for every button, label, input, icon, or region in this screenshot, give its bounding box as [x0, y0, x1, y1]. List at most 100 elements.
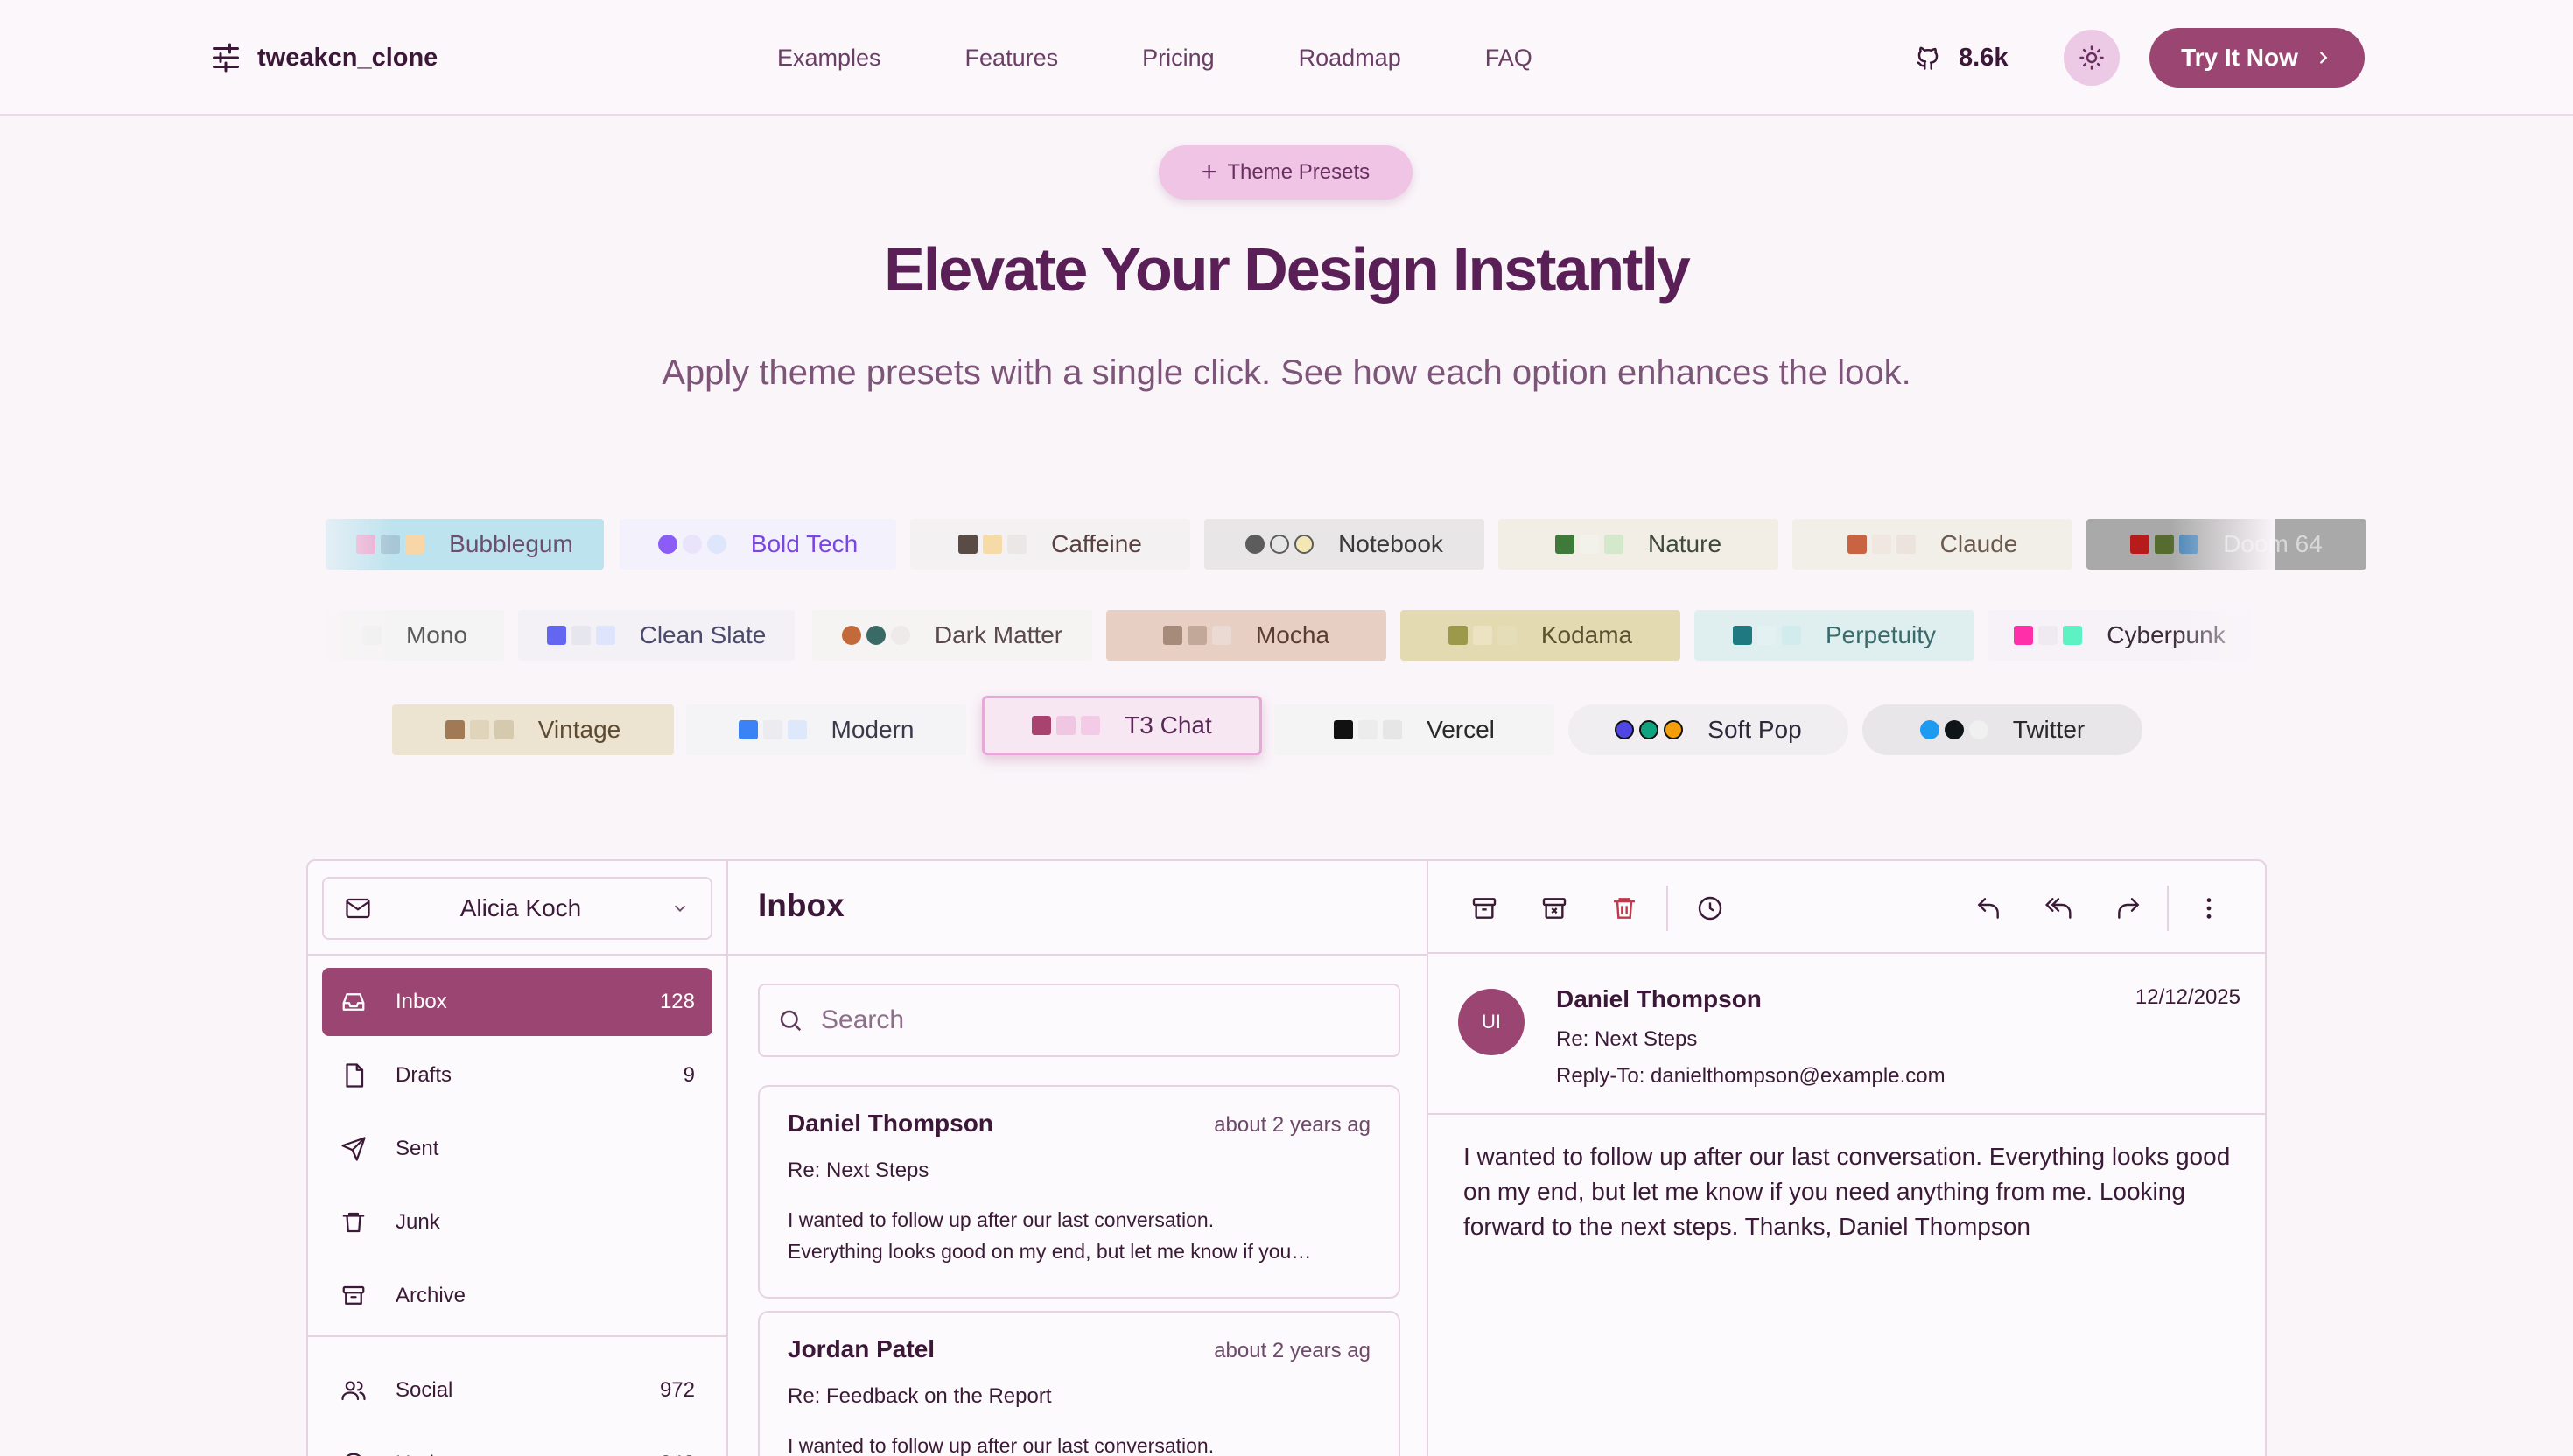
detail-subject: Re: Next Steps	[1556, 1027, 1698, 1051]
swatch	[2179, 535, 2199, 554]
swatch	[1615, 720, 1635, 739]
nav-faq[interactable]: FAQ	[1485, 45, 1532, 72]
theme-presets-pill[interactable]: + Theme Presets	[1159, 145, 1413, 200]
delete-button[interactable]	[1607, 891, 1642, 926]
theme-chip-vintage[interactable]: Vintage	[392, 704, 674, 755]
try-it-now-button[interactable]: Try It Now	[2149, 28, 2365, 88]
theme-chip-nature[interactable]: Nature	[1498, 519, 1778, 570]
theme-chip-caffeine[interactable]: Caffeine	[910, 519, 1190, 570]
nav-pricing[interactable]: Pricing	[1142, 45, 1215, 72]
nav-examples[interactable]: Examples	[777, 45, 881, 72]
theme-chip-clean-slate[interactable]: Clean Slate	[518, 610, 795, 661]
github-stars[interactable]: 8.6k	[1915, 38, 2008, 77]
list-item[interactable]: Jordan Patel about 2 years ag Re: Feedba…	[758, 1311, 1400, 1456]
theme-chip-claude[interactable]: Claude	[1792, 519, 2072, 570]
theme-chip-modern[interactable]: Modern	[686, 704, 966, 755]
hero-subtitle: Apply theme presets with a single click.…	[662, 354, 1911, 392]
clock-icon	[1698, 896, 1722, 920]
swatch	[1554, 535, 1574, 554]
archive-button[interactable]	[1467, 891, 1502, 926]
theme-chip-bubblegum[interactable]: Bubblegum	[326, 519, 604, 570]
swatch	[866, 626, 886, 645]
theme-chip-label: Twitter	[2012, 716, 2086, 743]
sidebar-item-social[interactable]: Social 972	[322, 1356, 712, 1424]
mail-app-preview: Alicia Koch Inbox 128 Drafts 9 Sent Junk Archi…	[306, 859, 2267, 1456]
sidebar-item-count: 9	[683, 1063, 695, 1087]
color-swatches	[1448, 626, 1517, 645]
message-sender: Daniel Thompson	[788, 1110, 993, 1137]
theme-chip-label: Bubblegum	[449, 530, 573, 557]
swatch	[983, 535, 1003, 554]
theme-chip-twitter[interactable]: Twitter	[1862, 704, 2142, 755]
swatch	[571, 626, 591, 645]
swatch	[1944, 720, 1964, 739]
theme-chip-label: Modern	[831, 716, 915, 743]
theme-chip-perpetuity[interactable]: Perpetuity	[1694, 610, 1974, 661]
theme-chip-mono[interactable]: Mono	[326, 610, 504, 661]
sidebar-item-label: Archive	[396, 1284, 466, 1307]
more-button[interactable]	[2191, 891, 2226, 926]
swatch	[1383, 720, 1403, 739]
swatch	[1871, 535, 1891, 554]
brand[interactable]: tweakcn_clone	[210, 38, 438, 77]
account-name: Alicia Koch	[459, 894, 582, 921]
move-to-junk-button[interactable]	[1537, 891, 1572, 926]
theme-chip-vercel[interactable]: Vercel	[1274, 704, 1554, 755]
nav-roadmap[interactable]: Roadmap	[1299, 45, 1401, 72]
cta-label: Try It Now	[2181, 44, 2298, 71]
color-swatches	[2014, 626, 2083, 645]
snooze-button[interactable]	[1693, 891, 1728, 926]
theme-chip-label: Notebook	[1338, 530, 1443, 557]
sidebar-item-archive[interactable]: Archive	[322, 1262, 712, 1330]
color-swatches	[1847, 535, 1916, 554]
swatch	[2063, 626, 2083, 645]
theme-chip-soft-pop[interactable]: Soft Pop	[1568, 704, 1848, 755]
list-title: Inbox	[758, 887, 845, 923]
sidebar-item-inbox[interactable]: Inbox 128	[322, 968, 712, 1036]
swatch	[1781, 626, 1801, 645]
theme-chip-bold-tech[interactable]: Bold Tech	[620, 519, 896, 570]
forward-button[interactable]	[2111, 891, 2146, 926]
theme-chip-mocha[interactable]: Mocha	[1106, 610, 1386, 661]
brand-name: tweakcn_clone	[257, 43, 438, 72]
theme-presets-label: Theme Presets	[1227, 160, 1371, 184]
swatch	[2014, 626, 2034, 645]
nav-features[interactable]: Features	[965, 45, 1059, 72]
message-preview: I wanted to follow up after our last con…	[788, 1208, 1215, 1231]
color-swatches	[1732, 626, 1801, 645]
swatch	[1245, 535, 1265, 554]
forward-icon	[2118, 898, 2140, 919]
swatch	[1579, 535, 1599, 554]
theme-chip-label: Cyberpunk	[2107, 621, 2226, 648]
theme-chip-doom-64[interactable]: Doom 64	[2086, 519, 2366, 570]
send-icon	[340, 1135, 368, 1163]
theme-chip-t3-chat[interactable]: T3 Chat	[982, 696, 1262, 755]
sidebar-item-drafts[interactable]: Drafts 9	[322, 1041, 712, 1110]
theme-chip-cyberpunk[interactable]: Cyberpunk	[1988, 610, 2251, 661]
theme-chip-notebook[interactable]: Notebook	[1204, 519, 1484, 570]
more-vertical-icon	[2206, 898, 2212, 919]
sidebar-item-sent[interactable]: Sent	[322, 1115, 712, 1183]
swatch	[1211, 626, 1231, 645]
sidebar-item-updates[interactable]: Updates342	[322, 1430, 712, 1456]
color-swatches	[1334, 720, 1403, 739]
swatch	[1472, 626, 1492, 645]
reply-all-button[interactable]	[2041, 891, 2076, 926]
account-switcher[interactable]: Alicia Koch	[322, 877, 712, 940]
color-swatches	[356, 535, 425, 554]
theme-chip-label: Mocha	[1255, 621, 1330, 648]
theme-toggle-button[interactable]	[2064, 30, 2120, 86]
theme-chip-kodama[interactable]: Kodama	[1400, 610, 1680, 661]
swatch	[1968, 720, 1988, 739]
reply-button[interactable]	[1971, 891, 2006, 926]
divider	[728, 954, 1428, 956]
swatch	[1639, 720, 1659, 739]
sidebar-item-junk[interactable]: Junk	[322, 1188, 712, 1256]
search-input[interactable]: Search	[758, 984, 1400, 1057]
list-item[interactable]: Daniel Thompson about 2 years ag Re: Nex…	[758, 1085, 1400, 1298]
theme-chip-dark-matter[interactable]: Dark Matter	[812, 610, 1092, 661]
color-swatches	[361, 626, 382, 645]
theme-chip-label: Nature	[1647, 530, 1722, 557]
theme-chip-label: Caffeine	[1051, 530, 1142, 557]
divider	[308, 954, 728, 956]
